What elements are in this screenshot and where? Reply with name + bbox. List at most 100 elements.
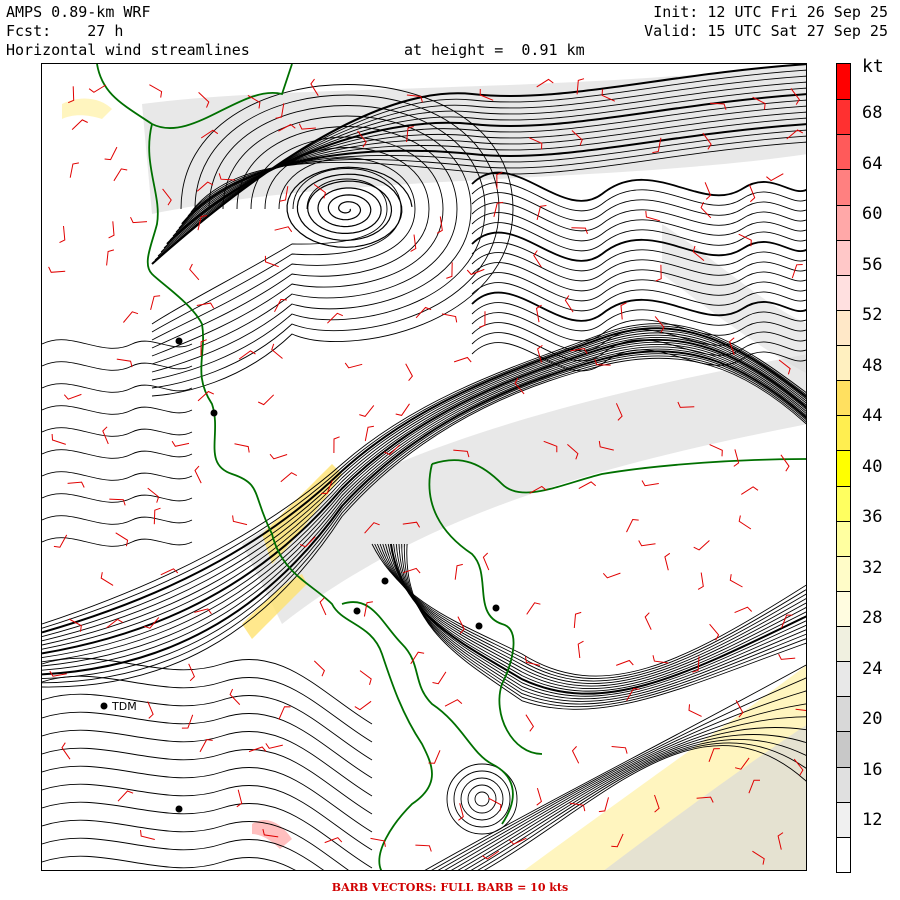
wind-barb — [620, 302, 627, 320]
streamline — [471, 231, 806, 262]
forecast-hour: Fcst: 27 h — [6, 22, 124, 40]
colorbar-label: 60 — [862, 204, 883, 224]
wind-barb — [104, 146, 118, 161]
streamline — [460, 777, 504, 821]
wind-barb — [611, 746, 628, 754]
station-marker[interactable] — [175, 805, 183, 813]
colorbar-label: 16 — [862, 759, 883, 780]
colorbar-cell — [837, 309, 850, 346]
station-marker[interactable] — [175, 337, 183, 345]
streamline — [453, 770, 511, 828]
wind-barb — [738, 515, 752, 530]
svg-text:TDM: TDM — [111, 700, 137, 713]
streamline — [406, 543, 806, 710]
wind-barb — [53, 534, 68, 548]
wind-barb — [655, 264, 662, 282]
station-marker[interactable] — [381, 577, 389, 585]
wind-barb — [453, 356, 472, 363]
streamline — [471, 222, 806, 252]
wind-barb — [63, 393, 82, 400]
colorbar-cell — [837, 204, 850, 240]
wind-barb — [733, 449, 740, 467]
wind-barb — [147, 701, 154, 719]
wind-barb — [479, 311, 486, 328]
colorbar-cell — [837, 836, 850, 872]
wind-barb — [664, 552, 671, 571]
streamline — [393, 543, 806, 697]
wind-barb — [59, 225, 66, 244]
station-marker[interactable] — [210, 409, 218, 417]
streamline — [474, 791, 490, 807]
streamline — [471, 242, 806, 272]
wind-barb — [150, 295, 161, 311]
wind-barb — [232, 515, 248, 526]
wind-barb — [313, 660, 325, 677]
colorbar — [836, 63, 851, 873]
wind-barb — [688, 704, 702, 717]
colorbar-cell — [837, 485, 850, 521]
streamline — [42, 405, 193, 415]
colorbar-cell — [837, 64, 850, 100]
streamline — [42, 855, 296, 870]
wind-barb — [359, 670, 372, 685]
wind-barb — [578, 481, 597, 490]
wind-barb — [278, 706, 291, 720]
wind-barb — [654, 316, 665, 333]
streamline — [382, 543, 806, 687]
wind-barb — [181, 714, 194, 729]
wind-barb — [432, 671, 447, 685]
streamline — [42, 747, 373, 815]
streamline — [42, 515, 193, 525]
colorbar-label: 20 — [862, 709, 883, 729]
colorbar-cell — [837, 134, 850, 170]
wind-barb — [199, 739, 213, 753]
wind-barb — [709, 444, 723, 457]
wind-barb — [709, 623, 720, 641]
streamline — [387, 543, 806, 692]
colorbar-cell — [837, 661, 850, 697]
streamline — [42, 675, 373, 743]
wind-barb — [645, 211, 661, 222]
wind-barb — [598, 797, 609, 813]
wind-barb — [319, 597, 327, 616]
colorbar-cell — [837, 415, 850, 451]
wind-barb — [88, 84, 107, 93]
wind-barb — [536, 787, 542, 806]
wind-barb — [525, 714, 535, 732]
wind-barb — [693, 540, 710, 551]
streamline — [42, 361, 193, 371]
streamline — [42, 711, 373, 779]
station-marker[interactable] — [492, 604, 500, 612]
colorbar-cell — [837, 626, 850, 662]
wind-barb — [130, 216, 148, 224]
streamline — [42, 449, 193, 459]
colorbar-label: 64 — [862, 153, 883, 174]
station-marker[interactable] — [353, 607, 361, 615]
wind-barb — [415, 306, 432, 319]
colorbar-cell — [837, 450, 850, 486]
colorbar-cell — [837, 380, 850, 416]
wind-barb — [257, 394, 275, 406]
colorbar-label: 36 — [862, 507, 883, 527]
wind-barb — [441, 313, 458, 323]
streamline — [42, 801, 373, 869]
colorbar-label: 32 — [862, 557, 883, 578]
station-marker-tdm[interactable]: TDM — [100, 700, 137, 713]
init-time: Init: 12 UTC Fri 26 Sep 25 — [653, 3, 888, 21]
wind-barb — [113, 168, 128, 182]
station-marker[interactable] — [475, 622, 483, 630]
wind-barb — [117, 790, 134, 802]
streamline — [471, 192, 806, 222]
wind-barb — [71, 119, 88, 130]
colorbar-label: 28 — [862, 608, 883, 628]
wind-barb — [482, 552, 490, 571]
wind-barb — [51, 433, 66, 445]
wind-barb — [626, 518, 639, 533]
wind-barb — [271, 343, 283, 359]
colorbar-cell — [837, 555, 850, 591]
wind-barb — [638, 540, 656, 547]
streamline — [42, 765, 373, 833]
streamline — [376, 543, 806, 682]
colorbar-cell — [837, 520, 850, 556]
wind-barb — [68, 86, 75, 104]
